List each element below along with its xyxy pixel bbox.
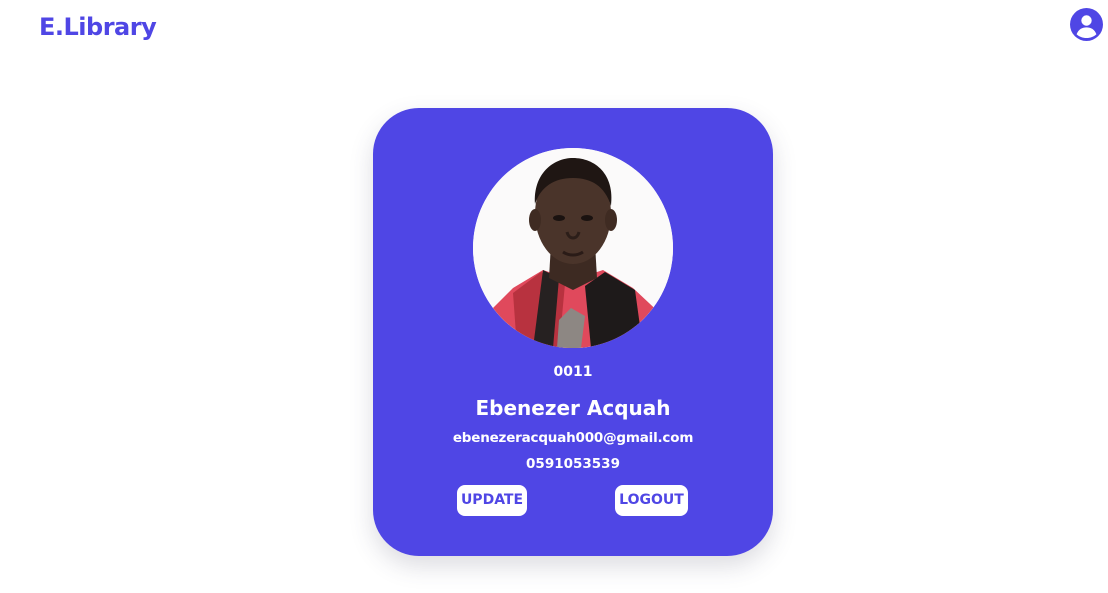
profile-photo-image xyxy=(473,148,673,348)
app-root: E.Library 0011 Ebenezer Acquah ebenezera… xyxy=(0,0,1108,593)
logout-button[interactable]: LOGOUT xyxy=(615,485,688,516)
profile-photo xyxy=(473,148,673,348)
user-email: ebenezeracquah000@gmail.com xyxy=(452,430,694,446)
brand-logo[interactable]: E.Library xyxy=(39,13,157,41)
user-circle-icon xyxy=(1070,8,1103,41)
profile-card: 0011 Ebenezer Acquah ebenezeracquah000@g… xyxy=(373,108,773,556)
user-phone: 0591053539 xyxy=(526,456,620,472)
update-button[interactable]: UPDATE xyxy=(457,485,527,516)
profile-button[interactable] xyxy=(1070,8,1103,41)
user-id: 0011 xyxy=(553,364,593,380)
user-name: Ebenezer Acquah xyxy=(475,396,671,420)
